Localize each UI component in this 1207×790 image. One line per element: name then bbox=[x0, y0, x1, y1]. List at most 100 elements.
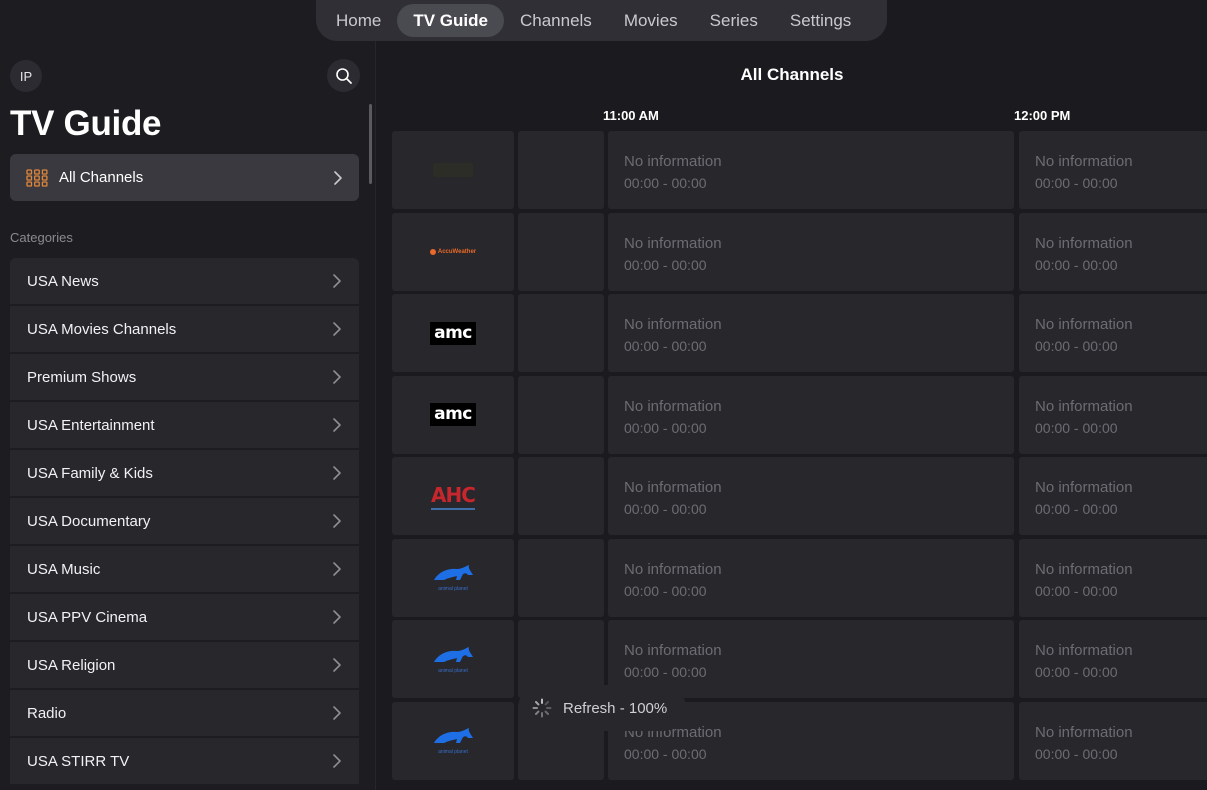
category-item[interactable]: USA Documentary bbox=[10, 498, 359, 544]
sidebar-scrollbar[interactable] bbox=[369, 104, 372, 184]
grid-icon bbox=[26, 168, 48, 187]
top-nav: Home TV Guide Channels Movies Series Settings bbox=[316, 0, 887, 41]
search-button[interactable] bbox=[327, 59, 360, 92]
program-cell-empty[interactable] bbox=[518, 538, 604, 617]
program-cell[interactable]: No information 00:00 - 00:00 bbox=[1019, 538, 1207, 617]
chevron-right-icon bbox=[333, 370, 341, 384]
program-title: No information bbox=[624, 479, 722, 496]
program-cell[interactable]: No information 00:00 - 00:00 bbox=[1019, 701, 1207, 780]
channel-logo-cell[interactable]: AHC bbox=[392, 457, 514, 535]
program-title: No information bbox=[1035, 397, 1133, 415]
program-cell[interactable]: No information 00:00 - 00:00 bbox=[608, 131, 1014, 209]
program-title: No information bbox=[1035, 316, 1133, 333]
program-title: No information bbox=[1035, 560, 1133, 578]
category-label: USA News bbox=[27, 272, 99, 290]
channel-logo-cell[interactable]: animal planet bbox=[392, 701, 514, 780]
program-time: 00:00 - 00:00 bbox=[1035, 338, 1118, 354]
category-item[interactable]: USA Religion bbox=[10, 642, 359, 688]
tab-channels[interactable]: Channels bbox=[504, 4, 608, 37]
channel-logo-ahc: AHC bbox=[431, 482, 476, 510]
program-time: 00:00 - 00:00 bbox=[624, 664, 707, 680]
category-item[interactable]: USA Entertainment bbox=[10, 402, 359, 448]
guide-row: amc No information 00:00 - 00:00 No informa… bbox=[392, 375, 1207, 454]
category-list: USA News USA Movies Channels Premium Shows… bbox=[10, 258, 359, 786]
program-time: 00:00 - 00:00 bbox=[624, 501, 707, 517]
program-title: No information bbox=[624, 723, 722, 741]
program-cell[interactable]: No information 00:00 - 00:00 bbox=[608, 457, 1014, 535]
tab-home[interactable]: Home bbox=[320, 4, 397, 37]
program-cell-empty[interactable] bbox=[518, 457, 604, 535]
program-title: No information bbox=[1035, 234, 1133, 252]
category-item[interactable]: Radio bbox=[10, 690, 359, 736]
all-channels-button[interactable]: All Channels bbox=[10, 154, 359, 201]
channel-logo-cell[interactable]: amc bbox=[392, 375, 514, 454]
channel-logo-cell[interactable]: amc bbox=[392, 294, 514, 372]
channel-logo-cell[interactable]: animal planet bbox=[392, 620, 514, 698]
tab-series[interactable]: Series bbox=[694, 4, 774, 37]
program-title: No information bbox=[1035, 723, 1133, 741]
tab-movies[interactable]: Movies bbox=[608, 4, 694, 37]
program-cell-empty[interactable] bbox=[518, 212, 604, 291]
time-label: 11:00 AM bbox=[603, 108, 659, 123]
guide-rows: No information 00:00 - 00:00 No informatio… bbox=[392, 131, 1207, 783]
program-cell-empty[interactable] bbox=[518, 375, 604, 454]
categories-heading: Categories bbox=[10, 230, 73, 245]
channel-logo-cell[interactable]: AccuWeather bbox=[392, 212, 514, 291]
chevron-right-icon bbox=[334, 170, 342, 185]
program-cell[interactable]: No information 00:00 - 00:00 bbox=[608, 538, 1014, 617]
channel-logo-animal-planet: animal planet bbox=[431, 726, 475, 755]
program-title: No information bbox=[624, 153, 722, 170]
chevron-right-icon bbox=[333, 466, 341, 480]
program-cell[interactable]: No information 00:00 - 00:00 bbox=[1019, 620, 1207, 698]
program-title: No information bbox=[1035, 479, 1133, 496]
program-time: 00:00 - 00:00 bbox=[1035, 175, 1118, 191]
program-time: 00:00 - 00:00 bbox=[624, 256, 707, 273]
channel-logo-amc: amc bbox=[430, 403, 476, 426]
guide-panel: All Channels 11:00 AM 12:00 PM No inform… bbox=[377, 41, 1207, 790]
page-title: TV Guide bbox=[10, 104, 162, 143]
program-cell[interactable]: No information 00:00 - 00:00 bbox=[608, 294, 1014, 372]
channel-logo-amc: amc bbox=[430, 321, 476, 345]
program-cell[interactable]: No information 00:00 - 00:00 bbox=[1019, 294, 1207, 372]
category-item[interactable]: USA News bbox=[10, 258, 359, 304]
guide-row: animal planet No information 00:00 - 00:00… bbox=[392, 620, 1207, 698]
program-cell[interactable]: No information 00:00 - 00:00 bbox=[1019, 457, 1207, 535]
program-time: 00:00 - 00:00 bbox=[624, 175, 707, 191]
program-cell[interactable]: No information 00:00 - 00:00 bbox=[1019, 212, 1207, 291]
program-cell[interactable]: No information 00:00 - 00:00 bbox=[1019, 131, 1207, 209]
spinner-icon bbox=[532, 698, 552, 718]
program-cell[interactable]: No information 00:00 - 00:00 bbox=[1019, 375, 1207, 454]
category-item[interactable]: Premium Shows bbox=[10, 354, 359, 400]
program-cell-empty[interactable] bbox=[518, 131, 604, 209]
category-item[interactable]: USA PPV Cinema bbox=[10, 594, 359, 640]
tab-settings[interactable]: Settings bbox=[774, 4, 867, 37]
guide-row: AHC No information 00:00 - 00:00 No informa… bbox=[392, 457, 1207, 535]
search-icon bbox=[335, 67, 352, 84]
chevron-right-icon bbox=[333, 610, 341, 624]
chevron-right-icon bbox=[333, 418, 341, 432]
category-label: Radio bbox=[27, 704, 67, 722]
category-item[interactable]: USA STIRR TV bbox=[10, 738, 359, 784]
program-time: 00:00 - 00:00 bbox=[624, 745, 707, 762]
program-title: No information bbox=[1035, 642, 1133, 659]
channel-logo-cell[interactable] bbox=[392, 131, 514, 209]
channel-logo-text: AHC bbox=[431, 482, 476, 507]
category-item[interactable]: USA Family & Kids bbox=[10, 450, 359, 496]
program-title: No information bbox=[624, 316, 722, 333]
program-time: 00:00 - 00:00 bbox=[1035, 582, 1118, 599]
category-label: USA PPV Cinema bbox=[27, 608, 148, 626]
program-time: 00:00 - 00:00 bbox=[624, 582, 707, 599]
avatar[interactable]: IP bbox=[10, 60, 42, 92]
guide-row: animal planet No information 00:00 - 00:00… bbox=[392, 538, 1207, 617]
program-cell[interactable]: No information 00:00 - 00:00 bbox=[608, 375, 1014, 454]
refresh-status: Refresh - 100% bbox=[563, 699, 668, 717]
program-title: No information bbox=[624, 642, 722, 659]
program-cell[interactable]: No information 00:00 - 00:00 bbox=[608, 212, 1014, 291]
category-item[interactable]: USA Movies Channels bbox=[10, 306, 359, 352]
category-label: USA Religion bbox=[27, 656, 116, 674]
tab-tv-guide[interactable]: TV Guide bbox=[397, 4, 504, 37]
program-cell-empty[interactable] bbox=[518, 294, 604, 372]
category-item[interactable]: USA Music bbox=[10, 546, 359, 592]
channel-logo-cell[interactable]: animal planet bbox=[392, 538, 514, 617]
guide-title: All Channels bbox=[740, 65, 844, 84]
